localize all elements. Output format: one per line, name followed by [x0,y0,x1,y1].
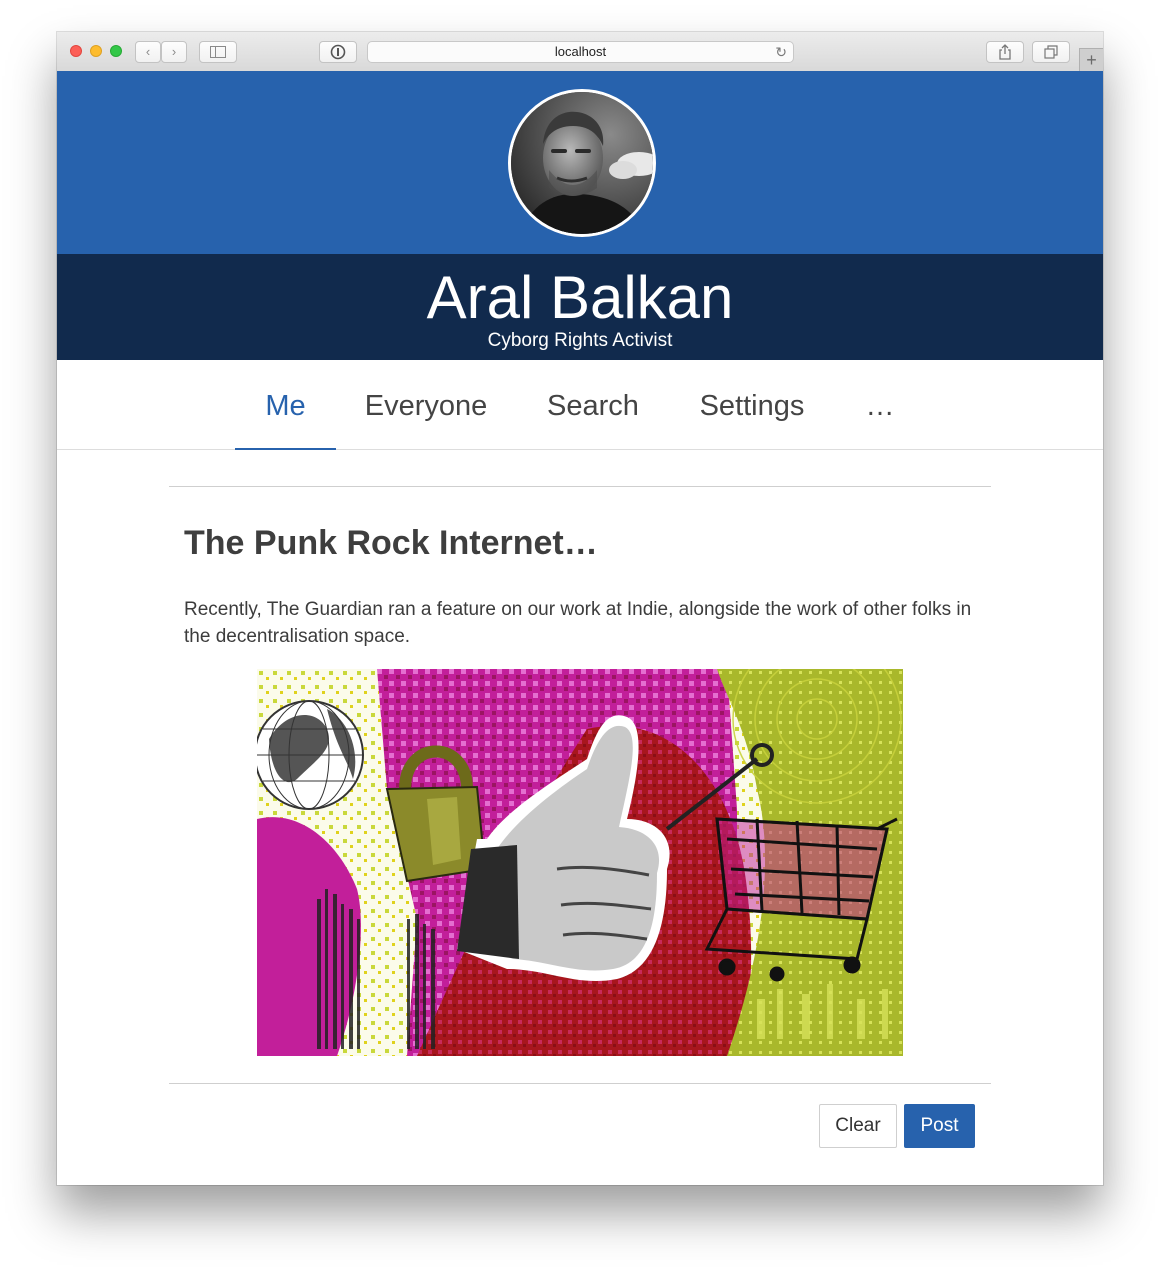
browser-toolbar: ‹ › localhost ↻ + [57,32,1103,72]
clear-button[interactable]: Clear [819,1104,897,1148]
forward-button[interactable]: › [161,41,187,63]
password-manager-icon [330,44,346,60]
url-text: localhost [554,44,607,59]
globe-graphic [257,700,364,810]
nav-item-more[interactable]: … [857,360,903,449]
tabs-icon [1044,45,1058,59]
share-button[interactable] [986,41,1024,63]
sidebar-toggle-button[interactable] [199,41,237,63]
browser-window: ‹ › localhost ↻ + Aral Balkan Cyborg Rig… [57,32,1103,1185]
profile-header [57,71,1103,254]
nav-item-search[interactable]: Search [539,360,647,449]
profile-tagline: Cyborg Rights Activist [487,330,673,351]
main-nav: Me Everyone Search Settings … [57,360,1103,450]
avatar-portrait [511,92,653,234]
reload-icon[interactable]: ↻ [775,42,787,62]
back-button[interactable]: ‹ [135,41,161,63]
post-image [257,669,903,1056]
zoom-window-button[interactable] [110,45,122,57]
post-button[interactable]: Post [904,1104,975,1148]
password-manager-button[interactable] [319,41,357,63]
plus-icon: + [1086,50,1097,70]
punk-collage-image [257,669,903,1056]
avatar [508,89,656,237]
new-tab-button[interactable]: + [1079,48,1103,71]
profile-name: Aral Balkan [426,264,734,331]
nav-item-settings[interactable]: Settings [690,360,814,449]
address-bar[interactable]: localhost ↻ [367,41,794,63]
divider [169,1083,991,1084]
chevron-right-icon: › [171,44,177,59]
nav-item-everyone[interactable]: Everyone [357,360,495,449]
tabs-overview-button[interactable] [1032,41,1070,63]
minimize-window-button[interactable] [90,45,102,57]
chevron-left-icon: ‹ [145,44,151,59]
share-icon [999,44,1011,60]
post-title[interactable]: The Punk Rock Internet… [184,521,598,565]
nav-item-me[interactable]: Me [235,360,336,450]
post-body[interactable]: Recently, The Guardian ran a feature on … [184,596,984,650]
sidebar-icon [210,46,226,58]
profile-name-bar: Aral Balkan Cyborg Rights Activist [57,254,1103,360]
divider [169,486,991,487]
close-window-button[interactable] [70,45,82,57]
